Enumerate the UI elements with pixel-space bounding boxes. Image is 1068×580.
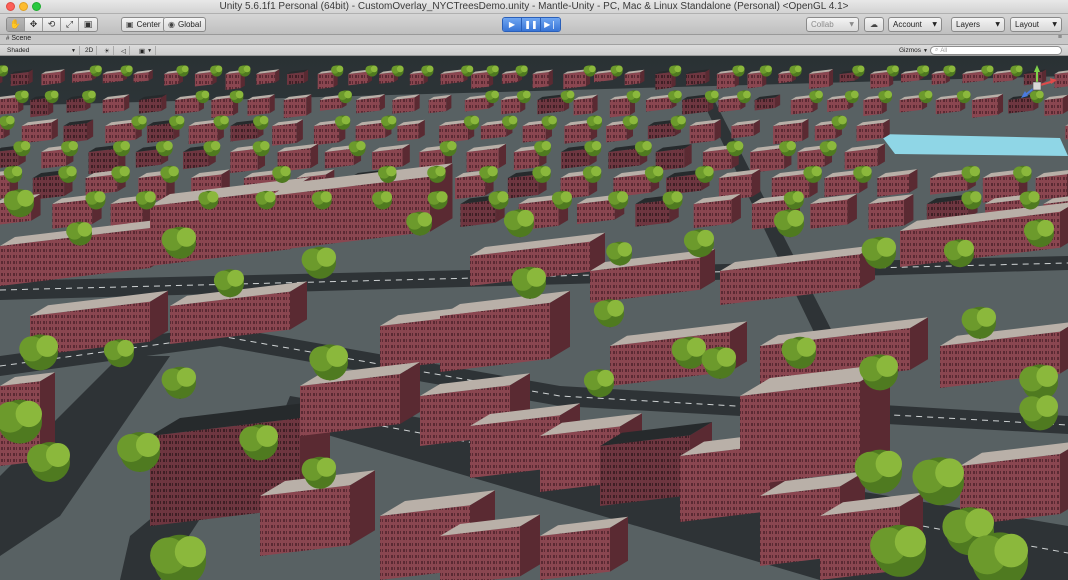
building (808, 69, 834, 90)
orientation-gizmo[interactable] (1016, 64, 1058, 106)
layout-dropdown[interactable]: Layout ▼ (1010, 17, 1062, 32)
scene-viewport[interactable] (0, 56, 1068, 580)
layers-dropdown[interactable]: Layers ▼ (951, 17, 1005, 32)
chevron-down-icon: ▼ (932, 21, 937, 28)
speaker-icon: ◁ (121, 46, 126, 55)
unity-editor-window: Unity 5.6.1f1 Personal (64bit) - CustomO… (0, 0, 1068, 580)
playback-controls: ▶ ❚❚ ▶❘ (502, 17, 561, 32)
building (283, 94, 312, 119)
space-label: Global (177, 20, 202, 29)
account-dropdown[interactable]: Account ▼ (888, 17, 942, 32)
rect-tool-button[interactable]: ▣ (79, 18, 97, 31)
search-icon: ⌕ (935, 47, 939, 53)
hash-icon: # (6, 35, 10, 42)
scene-search-placeholder: All (940, 47, 948, 54)
layout-label: Layout (1015, 20, 1040, 29)
pivot-icon: ▣ (126, 20, 134, 29)
tree (0, 399, 43, 444)
lighting-toggle[interactable]: ☀ (101, 46, 114, 55)
shading-mode-dropdown[interactable]: Shaded ▼ (4, 46, 80, 55)
image-icon: ▣ (139, 46, 146, 55)
building (971, 93, 1004, 118)
mode-2d-toggle[interactable]: 2D (82, 46, 98, 55)
chevron-down-icon: ▼ (71, 47, 76, 54)
tree (150, 534, 206, 580)
tab-menu-icon[interactable]: ≡ (1058, 34, 1062, 41)
step-button[interactable]: ▶❘ (541, 18, 560, 31)
space-global-button[interactable]: ◉ Global (163, 17, 207, 32)
hand-icon: ✋ (9, 19, 22, 30)
gizmos-label: Gizmos (899, 47, 922, 54)
scene-tab-label: Scene (11, 35, 32, 42)
gizmos-dropdown[interactable]: Gizmos ▼ (896, 46, 931, 55)
pause-icon: ❚❚ (524, 20, 538, 29)
window-title: Unity 5.6.1f1 Personal (64bit) - CustomO… (219, 1, 849, 12)
scene-tab-bar: # Scene ≡ (0, 34, 1068, 45)
shading-mode-label: Shaded (7, 47, 30, 54)
chevron-down-icon: ▼ (849, 21, 854, 28)
rect-icon: ▣ (83, 19, 93, 30)
city-render (0, 56, 1068, 580)
scene-view-toolbar: Shaded ▼ 2D ☀ ◁ ▣ ▼ Gizmos ▼ ⌕ All (0, 45, 1068, 56)
collab-dropdown[interactable]: Collab ▼ (806, 17, 859, 32)
account-label: Account (893, 20, 922, 29)
effects-dropdown[interactable]: ▣ ▼ (136, 46, 157, 55)
pause-button[interactable]: ❚❚ (522, 18, 541, 31)
mode-2d-label: 2D (85, 47, 94, 54)
sun-icon: ☀ (104, 46, 110, 55)
transform-tools: ✋ ✥ ⟲ ⤢ ▣ (6, 17, 98, 32)
play-icon: ▶ (508, 20, 516, 29)
scale-tool-button[interactable]: ⤢ (61, 18, 79, 31)
move-tool-button[interactable]: ✥ (25, 18, 43, 31)
globe-icon: ◉ (168, 20, 175, 29)
cloud-button[interactable]: ☁ (864, 17, 884, 32)
tab-scene[interactable]: # Scene (6, 35, 31, 42)
main-toolbar: ✋ ✥ ⟲ ⤢ ▣ ▣ Center ◉ Global ▶ ❚❚ ▶❘ Coll… (0, 14, 1068, 35)
rotate-icon: ⟲ (47, 19, 56, 30)
collab-label: Collab (811, 20, 834, 29)
scene-search-input[interactable]: ⌕ All (930, 46, 1062, 55)
cloud-icon: ☁ (870, 20, 878, 29)
move-icon: ✥ (29, 19, 38, 30)
chevron-down-icon: ▼ (995, 21, 1000, 28)
tree (967, 532, 1028, 580)
layers-label: Layers (956, 20, 981, 29)
scale-icon: ⤢ (65, 19, 74, 30)
step-icon: ▶❘ (544, 20, 557, 29)
title-bar: Unity 5.6.1f1 Personal (64bit) - CustomO… (0, 0, 1068, 14)
chevron-down-icon: ▼ (1052, 21, 1057, 28)
building (532, 69, 553, 89)
pivot-label: Center (136, 20, 161, 29)
pivot-center-button[interactable]: ▣ Center (121, 17, 166, 32)
chevron-down-icon: ▼ (923, 47, 928, 54)
building (272, 119, 303, 146)
rotate-tool-button[interactable]: ⟲ (43, 18, 61, 31)
hand-tool-button[interactable]: ✋ (7, 18, 25, 31)
play-button[interactable]: ▶ (503, 18, 522, 31)
chevron-down-icon: ▼ (147, 47, 153, 54)
audio-toggle[interactable]: ◁ (118, 46, 130, 55)
